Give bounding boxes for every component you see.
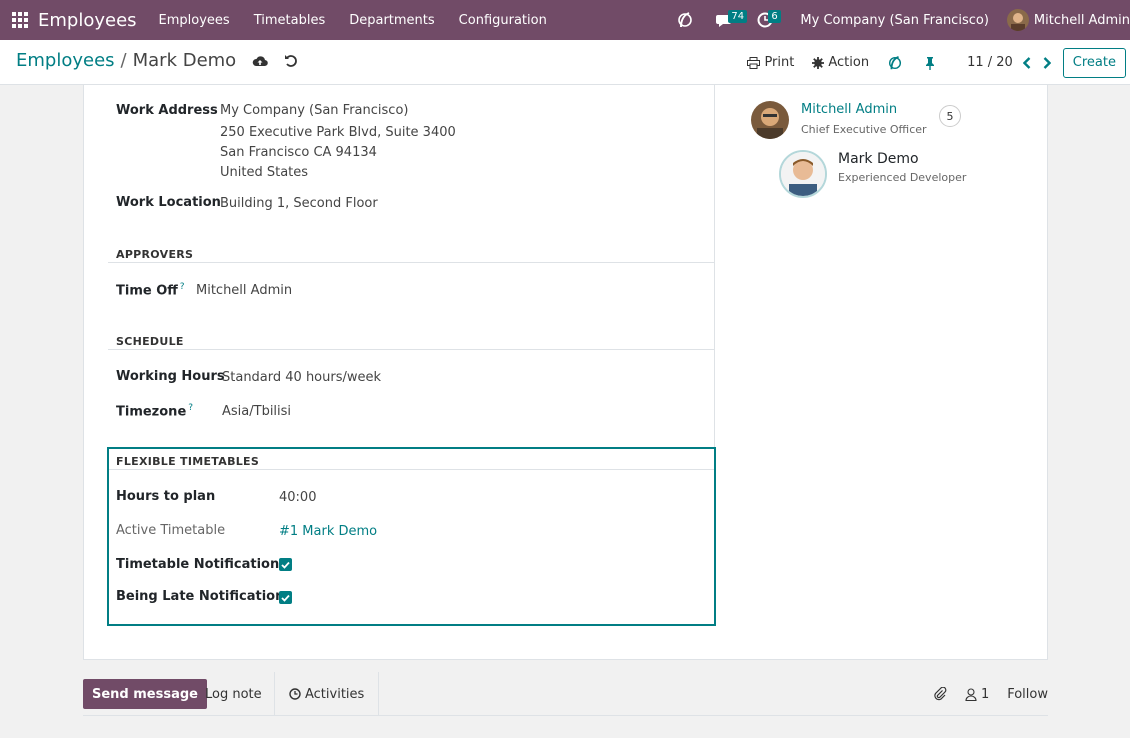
- flexible-timetables-title: FLEXIBLE TIMETABLES: [116, 455, 260, 468]
- schedule-section-title: SCHEDULE: [116, 335, 184, 348]
- pager-next-icon[interactable]: [1043, 56, 1051, 69]
- work-address-line-4: United States: [220, 165, 309, 180]
- voip-icon[interactable]: [887, 55, 907, 71]
- manager-subordinates-count[interactable]: 5: [939, 105, 961, 127]
- column-divider: [714, 85, 715, 447]
- menu-timetables[interactable]: Timetables: [254, 13, 326, 28]
- messages-count-badge: 74: [728, 10, 748, 23]
- attachment-icon[interactable]: [933, 687, 947, 701]
- menu-configuration[interactable]: Configuration: [459, 13, 547, 28]
- breadcrumb-employees[interactable]: Employees: [16, 50, 115, 71]
- app-brand[interactable]: Employees: [38, 10, 137, 31]
- manager-job-title: Chief Executive Officer: [801, 123, 927, 136]
- clock-icon: [289, 688, 301, 700]
- menu-employees[interactable]: Employees: [159, 13, 230, 28]
- followers-count: 1: [980, 686, 990, 702]
- being-late-notifications-label: Being Late Notifications: [116, 589, 293, 604]
- being-late-notifications-checkbox[interactable]: [279, 591, 292, 604]
- followers-button[interactable]: 1: [965, 687, 989, 702]
- log-note-button[interactable]: Log note: [205, 679, 262, 709]
- employee-job-title: Experienced Developer: [838, 171, 967, 184]
- flexible-timetables-separator: [109, 469, 714, 470]
- save-cloud-icon[interactable]: [252, 54, 268, 68]
- breadcrumb: Employees / Mark Demo: [16, 50, 298, 71]
- active-timetable-link[interactable]: #1 Mark Demo: [279, 522, 377, 542]
- user-icon: [965, 687, 977, 701]
- print-button[interactable]: Print: [747, 55, 794, 70]
- control-panel-actions: Print Action 11 / 20 Create: [747, 40, 1130, 85]
- work-location-field[interactable]: Building 1, Second Floor: [220, 194, 378, 214]
- breadcrumb-separator: /: [120, 50, 127, 71]
- schedule-separator: [108, 349, 714, 350]
- action-button[interactable]: Action: [812, 55, 869, 70]
- chatter-topbar: Send message Log note Activities 1 Follo…: [83, 672, 1048, 716]
- apps-menu-icon[interactable]: [12, 11, 29, 29]
- activities-button[interactable]: Activities: [274, 672, 380, 716]
- work-location-label: Work Location: [116, 195, 221, 210]
- approvers-section-title: APPROVERS: [116, 248, 194, 261]
- chatter-right-tools: 1 Follow: [915, 672, 1048, 716]
- active-timetable-label: Active Timetable: [116, 523, 226, 538]
- manager-name-link[interactable]: Mitchell Admin: [801, 102, 897, 117]
- working-hours-field[interactable]: Standard 40 hours/week: [222, 368, 381, 388]
- working-hours-label: Working Hours: [116, 369, 225, 384]
- voip-phone-icon[interactable]: [674, 9, 696, 31]
- time-off-label: Time Off?: [116, 282, 185, 299]
- employee-avatar[interactable]: [779, 150, 827, 198]
- send-message-button[interactable]: Send message: [83, 679, 207, 709]
- follow-button[interactable]: Follow: [1007, 687, 1048, 702]
- check-icon: [281, 594, 290, 602]
- work-address-label: Work Address: [116, 103, 218, 118]
- time-off-help-icon[interactable]: ?: [180, 282, 185, 292]
- work-address-line-3: San Francisco CA 94134: [220, 145, 377, 160]
- employee-name: Mark Demo: [838, 151, 919, 167]
- work-address-line-1[interactable]: My Company (San Francisco): [220, 101, 408, 121]
- breadcrumb-current: Mark Demo: [132, 50, 237, 71]
- control-panel: Employees / Mark Demo Print Action 11 / …: [0, 40, 1130, 85]
- timezone-help-icon[interactable]: ?: [188, 403, 193, 413]
- gear-icon: [812, 56, 825, 69]
- user-menu[interactable]: Mitchell Admin: [1034, 13, 1130, 28]
- pager-value[interactable]: 11 / 20: [967, 55, 1013, 70]
- pin-icon[interactable]: [925, 56, 939, 70]
- manager-avatar[interactable]: [751, 101, 789, 139]
- activities-count-badge: 6: [768, 10, 781, 23]
- systray: 74 6 My Company (San Francisco) Mitchell…: [674, 0, 1130, 40]
- print-label: Print: [764, 55, 795, 70]
- timezone-label: Timezone?: [116, 403, 194, 420]
- top-navbar: Employees Employees Timetables Departmen…: [0, 0, 1130, 40]
- time-off-approver-field[interactable]: Mitchell Admin: [196, 281, 292, 301]
- timezone-field[interactable]: Asia/Tbilisi: [222, 402, 291, 422]
- approvers-separator: [108, 262, 714, 263]
- timetable-notifications-label: Timetable Notifications: [116, 557, 287, 572]
- messages-icon[interactable]: 74: [714, 9, 748, 31]
- pager-previous-icon[interactable]: [1022, 56, 1031, 69]
- company-switcher[interactable]: My Company (San Francisco): [800, 13, 988, 28]
- work-address-line-2: 250 Executive Park Blvd, Suite 3400: [220, 125, 456, 140]
- activities-label: Activities: [305, 686, 365, 702]
- hours-to-plan-field[interactable]: 40:00: [279, 488, 316, 508]
- hours-to-plan-label: Hours to plan: [116, 489, 216, 504]
- discard-undo-icon[interactable]: [284, 54, 298, 68]
- menu-departments[interactable]: Departments: [349, 13, 434, 28]
- timetable-notifications-checkbox[interactable]: [279, 558, 292, 571]
- action-label: Action: [828, 55, 870, 70]
- print-icon: [747, 56, 761, 69]
- activities-clock-icon[interactable]: 6: [754, 9, 781, 31]
- user-avatar[interactable]: [1006, 9, 1029, 31]
- create-button[interactable]: Create: [1062, 47, 1126, 78]
- check-icon: [281, 561, 290, 569]
